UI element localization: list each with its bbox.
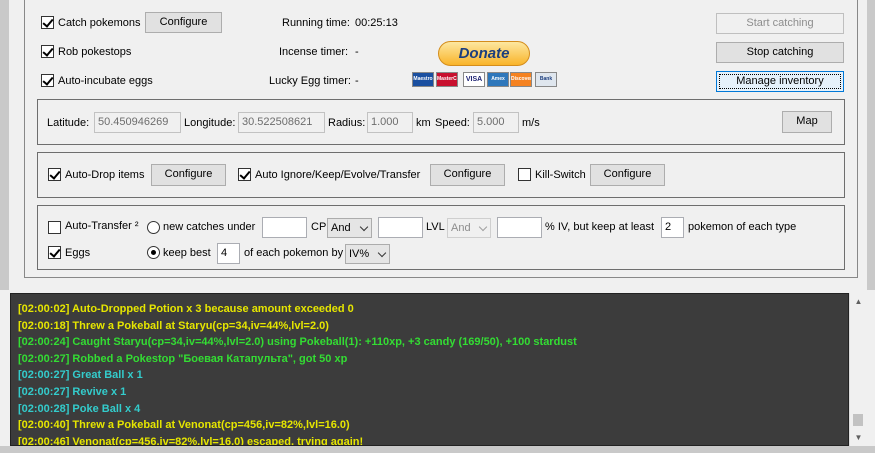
auto-ignore-label: Auto Ignore/Keep/Evolve/Transfer: [255, 169, 421, 181]
new-catches-radio[interactable]: [147, 221, 160, 234]
radius-label: Radius:: [328, 117, 366, 129]
radius-input[interactable]: 1.000: [367, 112, 413, 133]
eggs-label: Eggs: [65, 247, 91, 259]
running-time-value: 00:25:13: [355, 17, 398, 29]
log-line: [02:00:02] Auto-Dropped Potion x 3 becau…: [18, 303, 354, 315]
bank-icon: Bank: [535, 72, 557, 87]
log-line: [02:00:24] Caught Staryu(cp=34,iv=44%,lv…: [18, 336, 577, 349]
lvl-logic-select[interactable]: And: [447, 218, 491, 238]
speed-label: Speed:: [435, 117, 470, 129]
speed-input[interactable]: 5.000: [473, 112, 519, 133]
auto-transfer-checkbox[interactable]: [48, 221, 61, 234]
incense-timer-label: Incense timer:: [279, 46, 349, 58]
auto-ignore-checkbox[interactable]: [238, 168, 251, 181]
lucky-egg-label: Lucky Egg timer:: [269, 75, 351, 87]
log-line: [02:00:27] Robbed a Pokestop "Боевая Кат…: [18, 352, 348, 365]
log-line: [02:00:40] Threw a Pokeball at Venonat(c…: [18, 419, 350, 432]
auto-drop-checkbox[interactable]: [48, 168, 61, 181]
auto-incubate-checkbox[interactable]: [41, 74, 54, 87]
latitude-input[interactable]: 50.450946269: [94, 112, 181, 133]
scroll-thumb[interactable]: [853, 414, 863, 426]
visa-icon: VISA: [463, 72, 485, 87]
discover-icon: Discover: [510, 72, 532, 87]
chevron-down-icon: [359, 222, 369, 232]
configure-kill-switch-button[interactable]: Configure: [590, 164, 665, 186]
iv-label: % IV, but keep at least: [545, 221, 655, 233]
kill-switch-checkbox[interactable]: [518, 168, 531, 181]
donate-button[interactable]: Donate: [438, 41, 530, 66]
lvl-logic-value: And: [451, 222, 471, 234]
cp-logic-select[interactable]: And: [327, 218, 372, 238]
configure-ignore-button[interactable]: Configure: [430, 164, 505, 186]
sort-by-select[interactable]: IV%: [345, 244, 390, 264]
cp-logic-value: And: [331, 222, 351, 234]
window-bottom-border: [0, 446, 875, 453]
window-border-left: [0, 0, 9, 290]
log-scrollbar[interactable]: ▲ ▼: [849, 293, 866, 446]
running-time-label: Running time:: [282, 17, 350, 29]
auto-drop-label: Auto-Drop items: [65, 169, 145, 181]
log-output[interactable]: [02:00:02] Auto-Dropped Potion x 3 becau…: [10, 293, 849, 446]
keep-best-label: keep best: [163, 247, 211, 259]
of-each-by-label: of each pokemon by: [244, 247, 344, 259]
chevron-down-icon: [377, 248, 387, 258]
speed-unit: m/s: [522, 117, 540, 129]
log-line: [02:00:18] Threw a Pokeball at Staryu(cp…: [18, 319, 329, 332]
keep-at-least-input[interactable]: 2: [661, 217, 684, 238]
log-line: [02:00:28] Poke Ball x 4: [18, 402, 141, 415]
eggs-checkbox[interactable]: [48, 246, 61, 259]
cp-label: CP: [311, 221, 327, 233]
cp-input[interactable]: [262, 217, 307, 238]
lvl-label: LVL: [426, 221, 445, 233]
catch-pokemons-checkbox[interactable]: [41, 16, 54, 29]
rob-pokestops-label: Rob pokestops: [58, 46, 132, 58]
latitude-label: Latitude:: [47, 117, 90, 129]
catch-pokemons-label: Catch pokemons: [58, 17, 141, 29]
chevron-down-icon: [478, 222, 488, 232]
mastercard-icon: MasterCard: [436, 72, 458, 87]
configure-catch-button[interactable]: Configure: [145, 12, 222, 33]
map-button[interactable]: Map: [782, 111, 832, 133]
amex-icon: Amex: [487, 72, 509, 87]
rob-pokestops-checkbox[interactable]: [41, 45, 54, 58]
longitude-input[interactable]: 30.522508621: [238, 112, 325, 133]
log-line: [02:00:27] Great Ball x 1: [18, 369, 143, 382]
new-catches-label: new catches under: [163, 221, 256, 233]
stop-catching-button[interactable]: Stop catching: [716, 42, 844, 63]
manage-inventory-button[interactable]: Manage inventory: [716, 71, 844, 92]
incense-timer-value: -: [355, 46, 359, 58]
iv-input[interactable]: [497, 217, 542, 238]
scroll-up-icon[interactable]: ▲: [850, 293, 867, 310]
keep-best-input[interactable]: 4: [217, 243, 240, 264]
longitude-label: Longitude:: [184, 117, 236, 129]
configure-drop-button[interactable]: Configure: [151, 164, 226, 186]
log-line: [02:00:46] Venonat(cp=456,iv=82%,lvl=16.…: [18, 435, 364, 446]
keep-best-radio[interactable]: [147, 246, 160, 259]
maestro-icon: Maestro: [412, 72, 434, 87]
radius-unit: km: [416, 117, 431, 129]
window-border-right: [867, 0, 875, 290]
auto-incubate-label: Auto-incubate eggs: [58, 75, 153, 87]
kill-switch-label: Kill-Switch: [535, 169, 586, 181]
start-catching-button[interactable]: Start catching: [716, 13, 844, 34]
log-line: [02:00:27] Revive x 1: [18, 386, 127, 398]
auto-transfer-label: Auto-Transfer ²: [65, 220, 139, 232]
of-each-type-label: pokemon of each type: [688, 221, 797, 233]
lucky-egg-value: -: [355, 75, 359, 87]
scroll-down-icon[interactable]: ▼: [850, 429, 867, 446]
transfer-group: [37, 205, 845, 270]
sort-by-value: IV%: [349, 248, 370, 260]
lvl-input[interactable]: [378, 217, 423, 238]
